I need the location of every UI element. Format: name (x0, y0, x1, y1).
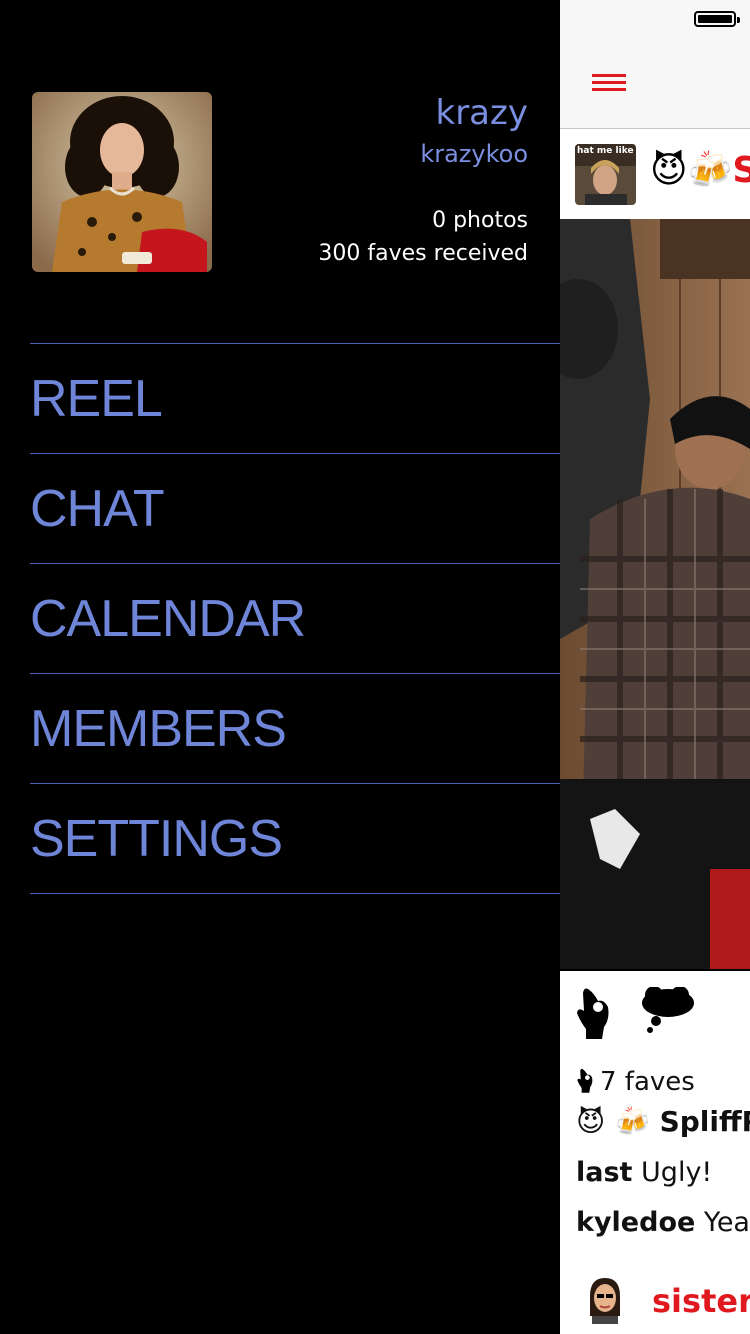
post-caption: 😈 🍻 SpliffP (576, 1105, 750, 1138)
profile-photo-count: 0 photos (432, 208, 528, 233)
caption-author[interactable]: SpliffP (660, 1105, 750, 1138)
menu-item-chat[interactable]: CHAT (30, 454, 560, 564)
drawer-menu: REEL CHAT CALENDAR MEMBERS SETTINGS (30, 343, 560, 894)
post-actions: 7 faves 😈 🍻 SpliffP last Ugly! kyledoe Y… (560, 969, 750, 1238)
comment-user[interactable]: kyledoe (576, 1207, 695, 1238)
menu-item-reel[interactable]: REEL (30, 344, 560, 454)
nav-bar (560, 40, 750, 129)
app-root: krazy krazykoo 0 photos 300 faves receiv… (0, 0, 750, 1334)
post-photo[interactable] (560, 219, 750, 969)
profile-info: krazy krazykoo 0 photos 300 faves receiv… (318, 92, 528, 266)
action-bar (560, 971, 750, 1057)
profile-name: krazy (435, 93, 528, 133)
comment-row: kyledoe Yea. (576, 1207, 750, 1238)
post-header: hat me like 😈🍻S (560, 129, 750, 219)
next-post-author-avatar[interactable] (586, 1276, 624, 1324)
post-author-name: S (732, 150, 750, 191)
status-bar (560, 0, 750, 40)
menu-item-label: REEL (30, 369, 163, 428)
faves-text: 7 faves (600, 1067, 695, 1097)
side-drawer: krazy krazykoo 0 photos 300 faves receiv… (0, 0, 560, 1334)
main-panel: hat me like 😈🍻S 7 faves 😈 🍻 Spliff last … (560, 0, 750, 1334)
comment-text: Ugly! (641, 1157, 713, 1188)
battery-icon (694, 11, 740, 27)
profile-handle: krazykoo (420, 140, 528, 168)
menu-item-calendar[interactable]: CALENDAR (30, 564, 560, 674)
next-post-author[interactable]: sister (652, 1282, 750, 1320)
ok-hand-fave-icon[interactable] (574, 985, 612, 1039)
ok-hand-small-icon (577, 1068, 593, 1093)
thumb-caption: hat me like (577, 146, 634, 156)
menu-item-label: CHAT (30, 479, 165, 538)
comment-row: last Ugly! (576, 1157, 712, 1188)
next-post-header: sister (560, 1262, 750, 1334)
menu-item-settings[interactable]: SETTINGS (30, 784, 560, 894)
hamburger-menu-icon[interactable] (592, 74, 626, 94)
post-author-emoji: 😈🍻 (650, 150, 733, 191)
comment-bubble-icon[interactable] (640, 986, 696, 1035)
profile-avatar[interactable] (32, 92, 212, 272)
caption-emoji: 😈 🍻 (576, 1105, 650, 1138)
post-author-thumbnail[interactable]: hat me like (575, 144, 636, 205)
menu-item-label: SETTINGS (30, 809, 283, 868)
menu-item-members[interactable]: MEMBERS (30, 674, 560, 784)
faves-count[interactable]: 7 faves (576, 1067, 695, 1097)
menu-item-label: CALENDAR (30, 589, 306, 648)
menu-item-label: MEMBERS (30, 699, 287, 758)
comment-text: Yea. (703, 1207, 750, 1238)
post-author[interactable]: 😈🍻S (650, 149, 750, 191)
comment-user[interactable]: last (576, 1157, 632, 1188)
profile-faves-count: 300 faves received (318, 241, 528, 266)
